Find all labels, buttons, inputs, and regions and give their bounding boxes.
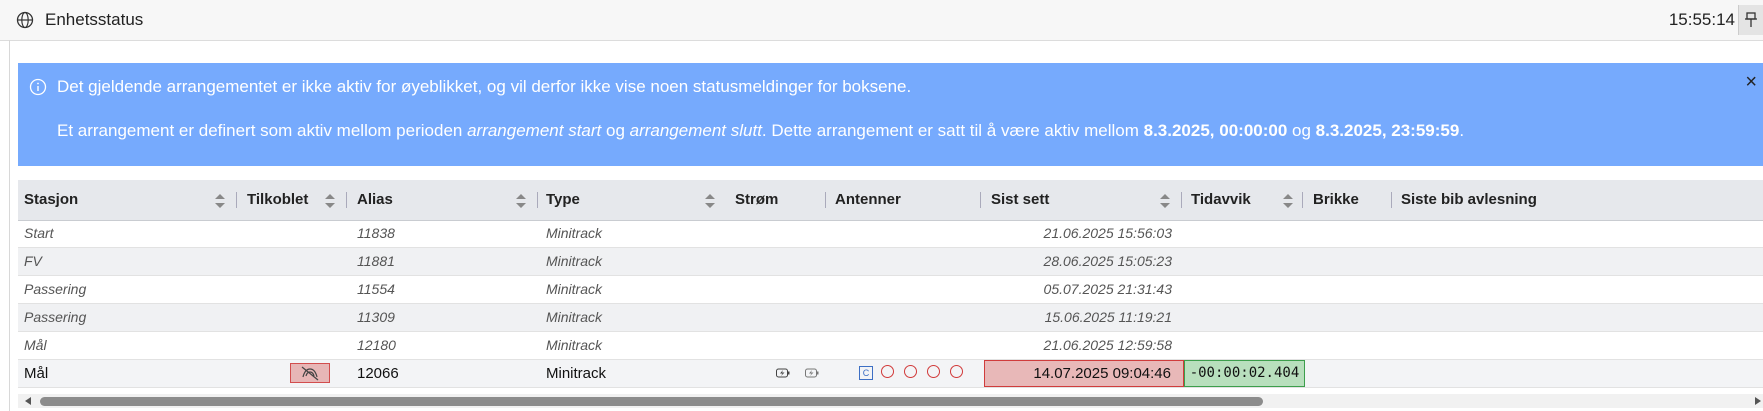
page-title: Enhetsstatus <box>45 10 144 29</box>
cell-type: Minitrack <box>546 253 603 269</box>
globe-icon <box>16 11 34 29</box>
col-sist-sett[interactable]: Sist sett <box>991 180 1049 220</box>
sort-icon[interactable] <box>1282 193 1294 209</box>
no-signal-icon <box>301 366 319 381</box>
antenna-status-icon <box>904 365 917 378</box>
col-strom[interactable]: Strøm <box>735 180 778 220</box>
cell-alias: 12180 <box>357 337 396 353</box>
close-icon[interactable]: × <box>1745 71 1757 94</box>
column-divider <box>1391 192 1392 208</box>
antenna-status-icon <box>927 365 940 378</box>
cell-alias: 11309 <box>357 309 395 325</box>
table-header: Stasjon Tilkoblet Alias Type Strøm Anten… <box>18 180 1763 221</box>
column-divider <box>346 192 347 208</box>
cell-sist-sett: 21.06.2025 12:59:58 <box>1043 337 1172 353</box>
cell-sist-sett: 28.06.2025 15:05:23 <box>1043 253 1172 269</box>
cell-tidavvik-ok: -00:00:02.404 <box>1184 360 1305 387</box>
cell-type: Minitrack <box>546 281 603 297</box>
table-row[interactable]: Passering 11554 Minitrack 05.07.2025 21:… <box>18 276 1763 304</box>
horizontal-scrollbar[interactable] <box>18 394 1763 408</box>
column-divider <box>1302 192 1303 208</box>
cell-stasjon: Mål <box>24 337 47 353</box>
cell-sist-sett: 05.07.2025 21:31:43 <box>1043 281 1172 297</box>
table-row[interactable]: Passering 11309 Minitrack 15.06.2025 11:… <box>18 304 1763 332</box>
antenna-status-icon <box>881 365 894 378</box>
scroll-right-icon[interactable] <box>1755 397 1761 405</box>
battery-charging-icon <box>805 368 819 378</box>
table-row[interactable]: Mål 12180 Minitrack 21.06.2025 12:59:58 <box>18 332 1763 360</box>
column-divider <box>825 192 826 208</box>
column-divider <box>980 192 981 208</box>
cell-sist-sett: 21.06.2025 15:56:03 <box>1043 225 1172 241</box>
cell-alias: 12066 <box>357 365 399 382</box>
battery-charging-icon <box>776 368 790 378</box>
title-bar: Enhetsstatus 15:55:14 <box>0 0 1763 41</box>
info-icon <box>29 78 47 96</box>
scroll-left-icon[interactable] <box>25 397 31 405</box>
antenna-c-badge: C <box>859 366 873 380</box>
antenna-status-icon <box>950 365 963 378</box>
info-banner: Det gjeldende arrangementet er ikke akti… <box>18 63 1763 166</box>
col-tilkoblet[interactable]: Tilkoblet <box>247 180 308 220</box>
col-tidavvik[interactable]: Tidavvik <box>1191 180 1251 220</box>
col-stasjon[interactable]: Stasjon <box>24 180 78 220</box>
table-row[interactable]: Mål 12066 Minitrack C 14.07.2025 09:04:4… <box>18 360 1763 388</box>
sort-icon[interactable] <box>515 193 527 209</box>
disconnected-badge <box>290 363 330 383</box>
col-type[interactable]: Type <box>546 180 580 220</box>
col-brikke[interactable]: Brikke <box>1313 180 1359 220</box>
pin-icon <box>1745 12 1757 27</box>
table-row[interactable]: Start 11838 Minitrack 21.06.2025 15:56:0… <box>18 220 1763 248</box>
sort-icon[interactable] <box>704 193 716 209</box>
cell-stasjon: FV <box>24 253 42 269</box>
cell-stasjon: Start <box>24 225 54 241</box>
cell-type: Minitrack <box>546 365 607 382</box>
unit-status-table: Stasjon Tilkoblet Alias Type Strøm Anten… <box>18 180 1763 393</box>
cell-sist-sett: 15.06.2025 11:19:21 <box>1044 309 1172 325</box>
cell-alias: 11554 <box>357 281 395 297</box>
cell-stasjon: Passering <box>24 309 87 325</box>
cell-stasjon: Mål <box>24 365 49 382</box>
sort-icon[interactable] <box>214 193 226 209</box>
column-divider <box>236 192 237 208</box>
cell-alias: 11881 <box>357 253 395 269</box>
sort-icon[interactable] <box>324 193 336 209</box>
cell-sist-sett-warning: 14.07.2025 09:04:46 <box>984 360 1184 387</box>
column-divider <box>537 192 538 208</box>
col-antenner[interactable]: Antenner <box>835 180 901 220</box>
col-alias[interactable]: Alias <box>357 180 393 220</box>
table-row[interactable]: FV 11881 Minitrack 28.06.2025 15:05:23 <box>18 248 1763 276</box>
cell-type: Minitrack <box>546 309 603 325</box>
cell-stasjon: Passering <box>24 281 87 297</box>
scrollbar-thumb[interactable] <box>40 397 1263 406</box>
banner-message: Det gjeldende arrangementet er ikke akti… <box>57 77 912 96</box>
cell-alias: 11838 <box>357 225 395 241</box>
cell-type: Minitrack <box>546 337 603 353</box>
sort-icon[interactable] <box>1159 193 1171 209</box>
clock: 15:55:14 <box>1668 10 1735 29</box>
pin-button[interactable] <box>1738 5 1763 35</box>
column-divider <box>1181 192 1182 208</box>
col-siste-bib[interactable]: Siste bib avlesning <box>1401 180 1537 220</box>
banner-details: Et arrangement er definert som aktiv mel… <box>57 121 1465 140</box>
cell-type: Minitrack <box>546 225 603 241</box>
